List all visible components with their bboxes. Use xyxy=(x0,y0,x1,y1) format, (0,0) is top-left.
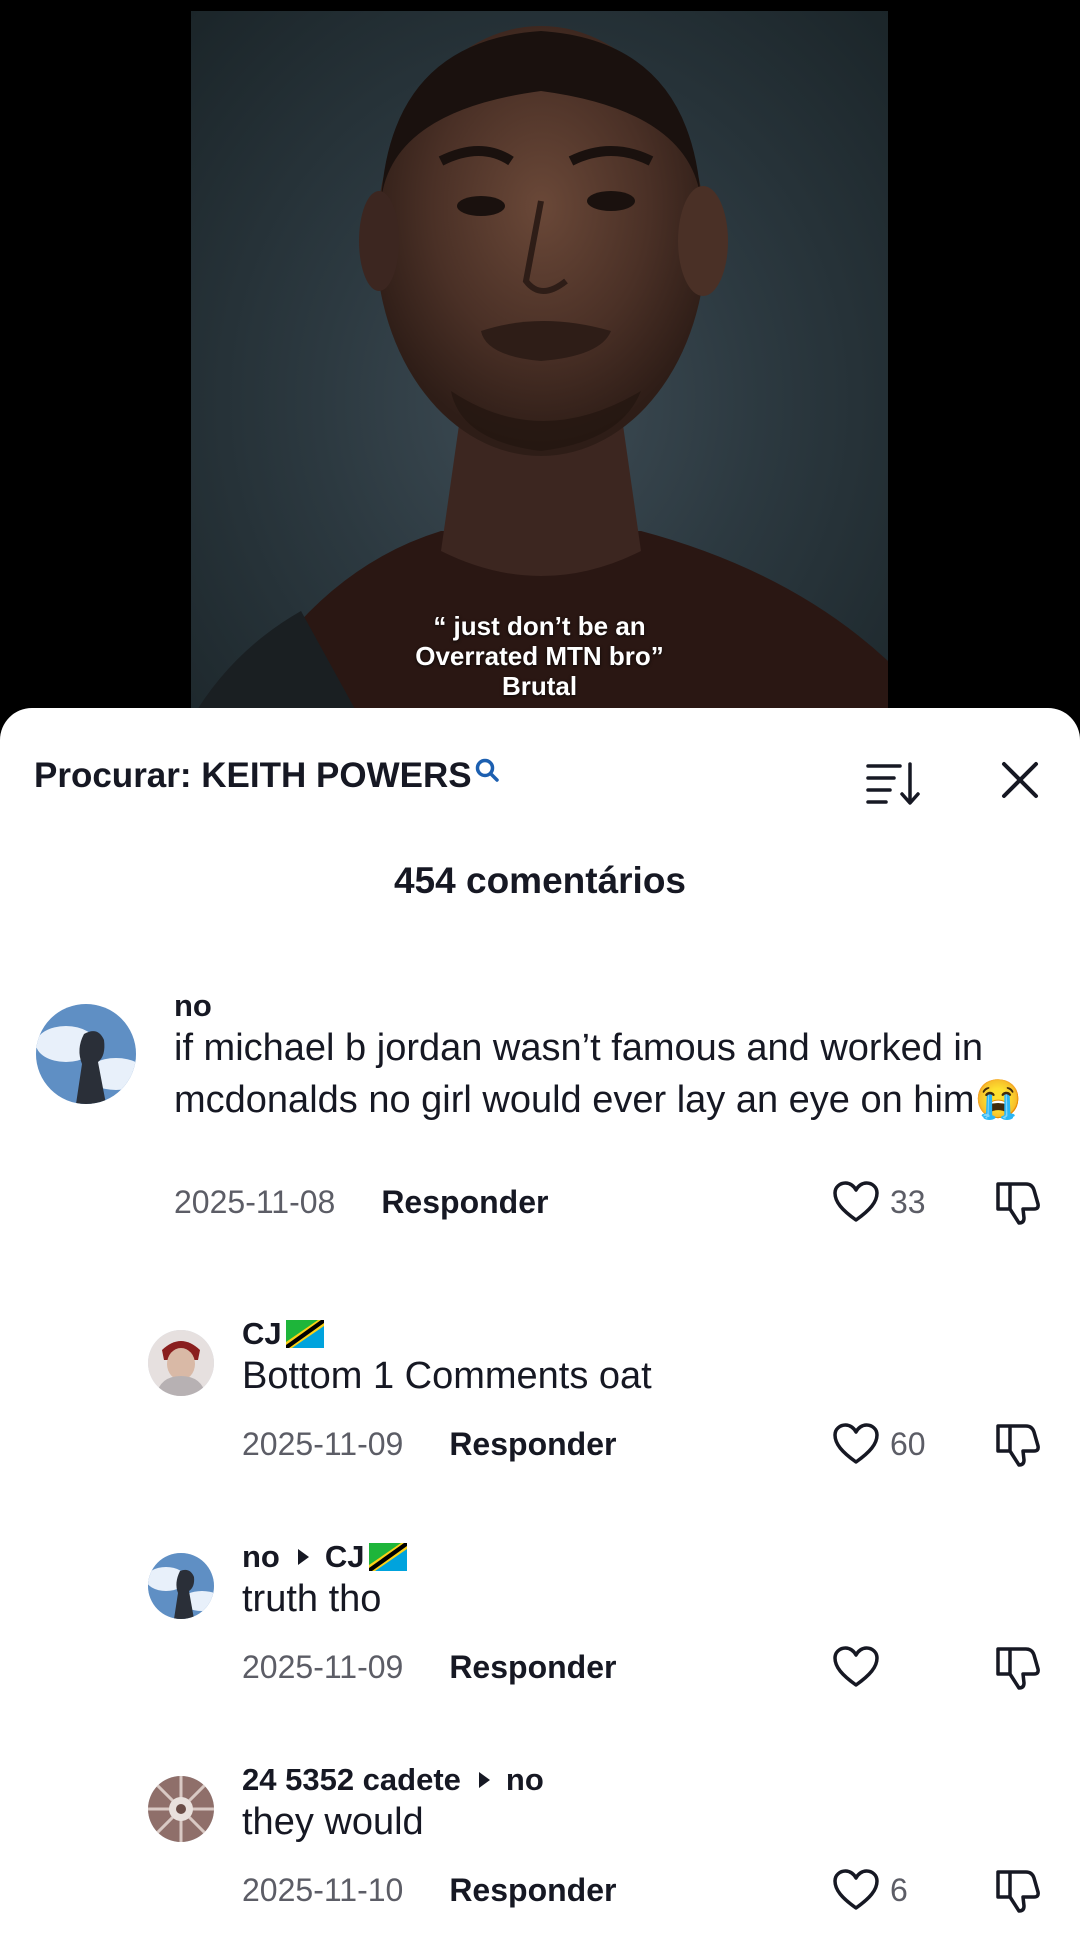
dislike-button[interactable] xyxy=(992,1178,1042,1231)
like-count: 6 xyxy=(890,1871,908,1908)
dislike-button[interactable] xyxy=(992,1420,1042,1473)
close-icon xyxy=(1002,762,1038,798)
sort-icon xyxy=(866,762,920,805)
comment-username[interactable]: CJ xyxy=(242,1316,324,1352)
like-count: 33 xyxy=(890,1183,926,1220)
reply-button[interactable]: Responder xyxy=(449,1649,616,1686)
thumbs-down-icon xyxy=(996,1424,1040,1467)
like-button[interactable] xyxy=(832,1645,890,1689)
dislike-button[interactable] xyxy=(992,1866,1042,1919)
comment-text: Bottom 1 Comments oat xyxy=(242,1355,652,1397)
video-frame: “ just don’t be an Overrated MTN bro” Br… xyxy=(191,11,888,720)
avatar[interactable] xyxy=(36,1004,136,1104)
heart-icon xyxy=(833,1423,879,1464)
heart-icon xyxy=(833,1646,879,1687)
avatar[interactable] xyxy=(148,1330,214,1396)
caption-line-3: Brutal xyxy=(501,671,578,701)
comment-meta: 2025-11-09 Responder xyxy=(242,1649,616,1686)
caption-line-2: Overrated MTN bro” xyxy=(415,641,664,671)
reply-to-username[interactable]: no xyxy=(506,1762,544,1798)
comment-meta: 2025-11-10 Responder xyxy=(242,1872,616,1909)
tanzania-flag-icon xyxy=(285,1320,324,1348)
comment-count: 454 comentários xyxy=(393,860,687,901)
video-caption: “ just don’t be an Overrated MTN bro” Br… xyxy=(191,611,888,701)
comment-text: they would xyxy=(242,1801,424,1843)
comment-date: 2025-11-08 xyxy=(174,1184,336,1220)
close-button[interactable] xyxy=(996,756,1044,804)
comments-sheet: Procurar: KEITH POWERS 454 comentários n… xyxy=(0,708,1080,1953)
comment-date: 2025-11-10 xyxy=(242,1872,404,1908)
search-suggestion-label: Procurar: KEITH POWERS xyxy=(34,756,472,795)
dislike-button[interactable] xyxy=(992,1643,1042,1696)
comment-date: 2025-11-09 xyxy=(242,1649,404,1685)
like-button[interactable]: 60 xyxy=(832,1422,926,1466)
reply-button[interactable]: Responder xyxy=(449,1872,616,1909)
reply-button[interactable]: Responder xyxy=(381,1184,548,1221)
username-text: no xyxy=(174,988,212,1023)
reply-arrow-icon xyxy=(478,1772,490,1788)
thumbs-down-icon xyxy=(996,1870,1040,1913)
username-text: CJ xyxy=(242,1316,282,1351)
username-text: 24 5352 cadete xyxy=(242,1762,461,1797)
search-icon xyxy=(474,752,500,792)
reply-button[interactable]: Responder xyxy=(449,1426,616,1463)
search-suggestion-link[interactable]: Procurar: KEITH POWERS xyxy=(34,756,500,796)
like-button[interactable]: 6 xyxy=(832,1868,908,1912)
caption-line-1: “ just don’t be an xyxy=(433,611,646,641)
like-button[interactable]: 33 xyxy=(832,1180,926,1224)
avatar[interactable] xyxy=(148,1776,214,1842)
reply-to-username[interactable]: CJ xyxy=(325,1539,365,1575)
comment-date: 2025-11-09 xyxy=(242,1426,404,1462)
comment-username[interactable]: no CJ xyxy=(242,1539,407,1575)
comment-meta: 2025-11-08 Responder xyxy=(174,1184,548,1221)
thumbs-down-icon xyxy=(996,1182,1040,1225)
comment-meta: 2025-11-09 Responder xyxy=(242,1426,616,1463)
username-text: no xyxy=(242,1539,280,1574)
thumbs-down-icon xyxy=(996,1647,1040,1690)
like-count: 60 xyxy=(890,1425,926,1462)
comment-username[interactable]: no xyxy=(174,988,212,1024)
reply-arrow-icon xyxy=(297,1549,309,1565)
tanzania-flag-icon xyxy=(368,1543,407,1571)
avatar[interactable] xyxy=(148,1553,214,1619)
comment-text: if michael b jordan wasn’t famous and wo… xyxy=(174,1027,1022,1121)
video-player[interactable]: “ just don’t be an Overrated MTN bro” Br… xyxy=(0,0,1080,720)
comment-username[interactable]: 24 5352 cadete no xyxy=(242,1762,544,1798)
heart-icon xyxy=(833,1181,879,1222)
sort-button[interactable] xyxy=(864,758,920,806)
heart-icon xyxy=(833,1869,879,1910)
comment-text: truth tho xyxy=(242,1578,382,1620)
